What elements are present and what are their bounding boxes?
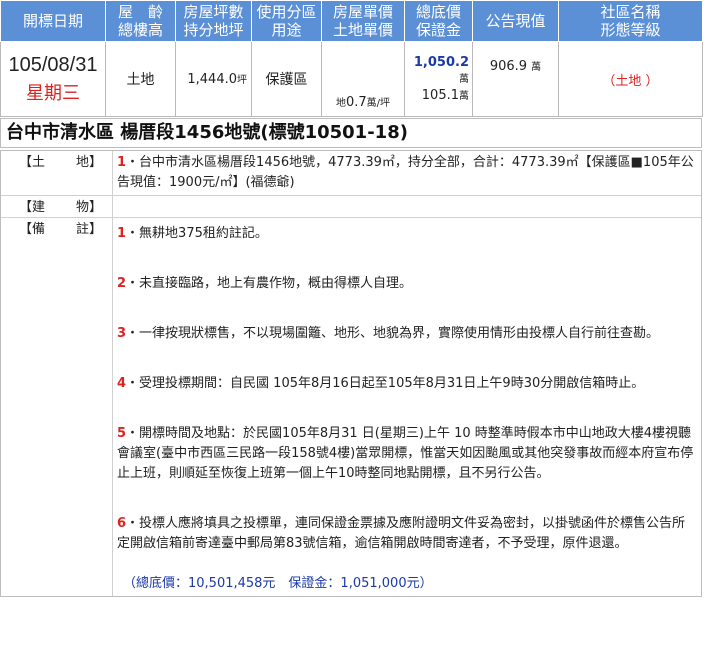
area-unit: 坪 xyxy=(237,75,247,86)
details-panel: 【土 地】 1・台中市清水區楊厝段1456地號，4773.39㎡，持分全部，合計：… xyxy=(0,150,702,597)
auction-date: 105/08/31 xyxy=(8,53,98,76)
case-title: 台中市清水區 楊厝段1456地號(標號10501-18) xyxy=(0,118,702,148)
auction-weekday: 星期三 xyxy=(26,82,80,104)
land-item-text: ・台中市清水區楊厝段1456地號，4773.39㎡，持分全部，合計：4773.3… xyxy=(117,155,694,190)
notes-label: 【備 註】 xyxy=(1,218,113,596)
total-price-value: 1,050.2 xyxy=(413,55,469,70)
notes-row: 【備 註】 1・無耕地375租約註記。 2・未直接臨路，地上有農作物，概由得標人自… xyxy=(1,218,701,596)
cell-unit-price: 地0.7萬/坪 xyxy=(321,41,405,117)
auction-page: 開標日期 屋 齡總樓高 房屋坪數 持分地坪 使用分區 用途 房屋單價 土地單價 總底價… xyxy=(0,0,720,660)
note-item: 3・一律按現狀標售，不以現場圍籬、地形、地貌為界，實際使用情形由投標人自行前往查… xyxy=(117,326,660,341)
building-label: 【建 物】 xyxy=(1,196,113,217)
note-item: 6・投標人應將填具之投標單，連同保證金票據及應附證明文件妥為密封，以掛號函件於標… xyxy=(117,516,686,551)
deposit-unit: 萬 xyxy=(459,91,469,102)
land-label: 【土 地】 xyxy=(1,151,113,195)
header-zoning: 使用分區 用途 xyxy=(251,0,322,42)
cell-announced-value: 906.9 萬 xyxy=(472,41,559,117)
header-age-floors: 屋 齡總樓高 xyxy=(105,0,176,42)
land-row: 【土 地】 1・台中市清水區楊厝段1456地號，4773.39㎡，持分全部，合計：… xyxy=(1,151,701,196)
note-item: 2・未直接臨路，地上有農作物，概由得標人自理。 xyxy=(117,276,413,291)
header-auction-date: 開標日期 xyxy=(0,0,106,42)
summary-header-row: 開標日期 屋 齡總樓高 房屋坪數 持分地坪 使用分區 用途 房屋單價 土地單價 總底價… xyxy=(0,0,703,42)
area-value: 1,444.0 xyxy=(187,72,237,87)
notes-content: 1・無耕地375租約註記。 2・未直接臨路，地上有農作物，概由得標人自理。 3・… xyxy=(113,218,701,596)
building-row: 【建 物】 xyxy=(1,196,701,218)
price-summary-footer: （總底價：10,501,458元 保證金：1,051,000元） xyxy=(123,576,433,591)
unit-price-unit: 萬/坪 xyxy=(366,98,391,109)
cell-total-price: 1,050.2 萬 105.1萬 xyxy=(404,41,473,117)
unit-price-prefix: 地 xyxy=(335,98,346,109)
header-community: 社區名稱 形態等級 xyxy=(558,0,703,42)
cell-date: 105/08/31 星期三 xyxy=(0,41,106,117)
deposit-value: 105.1 xyxy=(421,88,459,103)
summary-table: 開標日期 屋 齡總樓高 房屋坪數 持分地坪 使用分區 用途 房屋單價 土地單價 總底價… xyxy=(0,0,703,117)
cell-age: 土地 xyxy=(105,41,176,117)
note-item: 1・無耕地375租約註記。 xyxy=(117,226,268,241)
cell-community: （土地 ） xyxy=(558,41,703,117)
announced-value: 906.9 xyxy=(489,59,528,74)
building-content xyxy=(113,196,701,210)
note-item: 4・受理投標期間：自民國 105年8月16日起至105年8月31日上午9時30分… xyxy=(117,376,645,391)
announced-unit: 萬 xyxy=(531,62,542,73)
header-announced-value: 公告現值 xyxy=(472,0,559,42)
total-price-unit: 萬 xyxy=(459,74,469,85)
land-content: 1・台中市清水區楊厝段1456地號，4773.39㎡，持分全部，合計：4773.… xyxy=(113,151,701,195)
header-unit-price: 房屋單價 土地單價 xyxy=(321,0,405,42)
summary-data-row: 105/08/31 星期三 土地 1,444.0坪 保護區 地0.7萬/坪 1,… xyxy=(0,41,703,117)
cell-zone: 保護區 xyxy=(251,41,322,117)
cell-area: 1,444.0坪 xyxy=(175,41,252,117)
land-item-number: 1 xyxy=(117,155,127,170)
header-area: 房屋坪數 持分地坪 xyxy=(175,0,252,42)
header-total-price: 總底價 保證金 xyxy=(404,0,473,42)
note-item: 5・開標時間及地點：於民國105年8月31 日(星期三)上午 10 時整準時假本… xyxy=(117,426,694,481)
unit-price-value: 0.7 xyxy=(345,95,367,110)
